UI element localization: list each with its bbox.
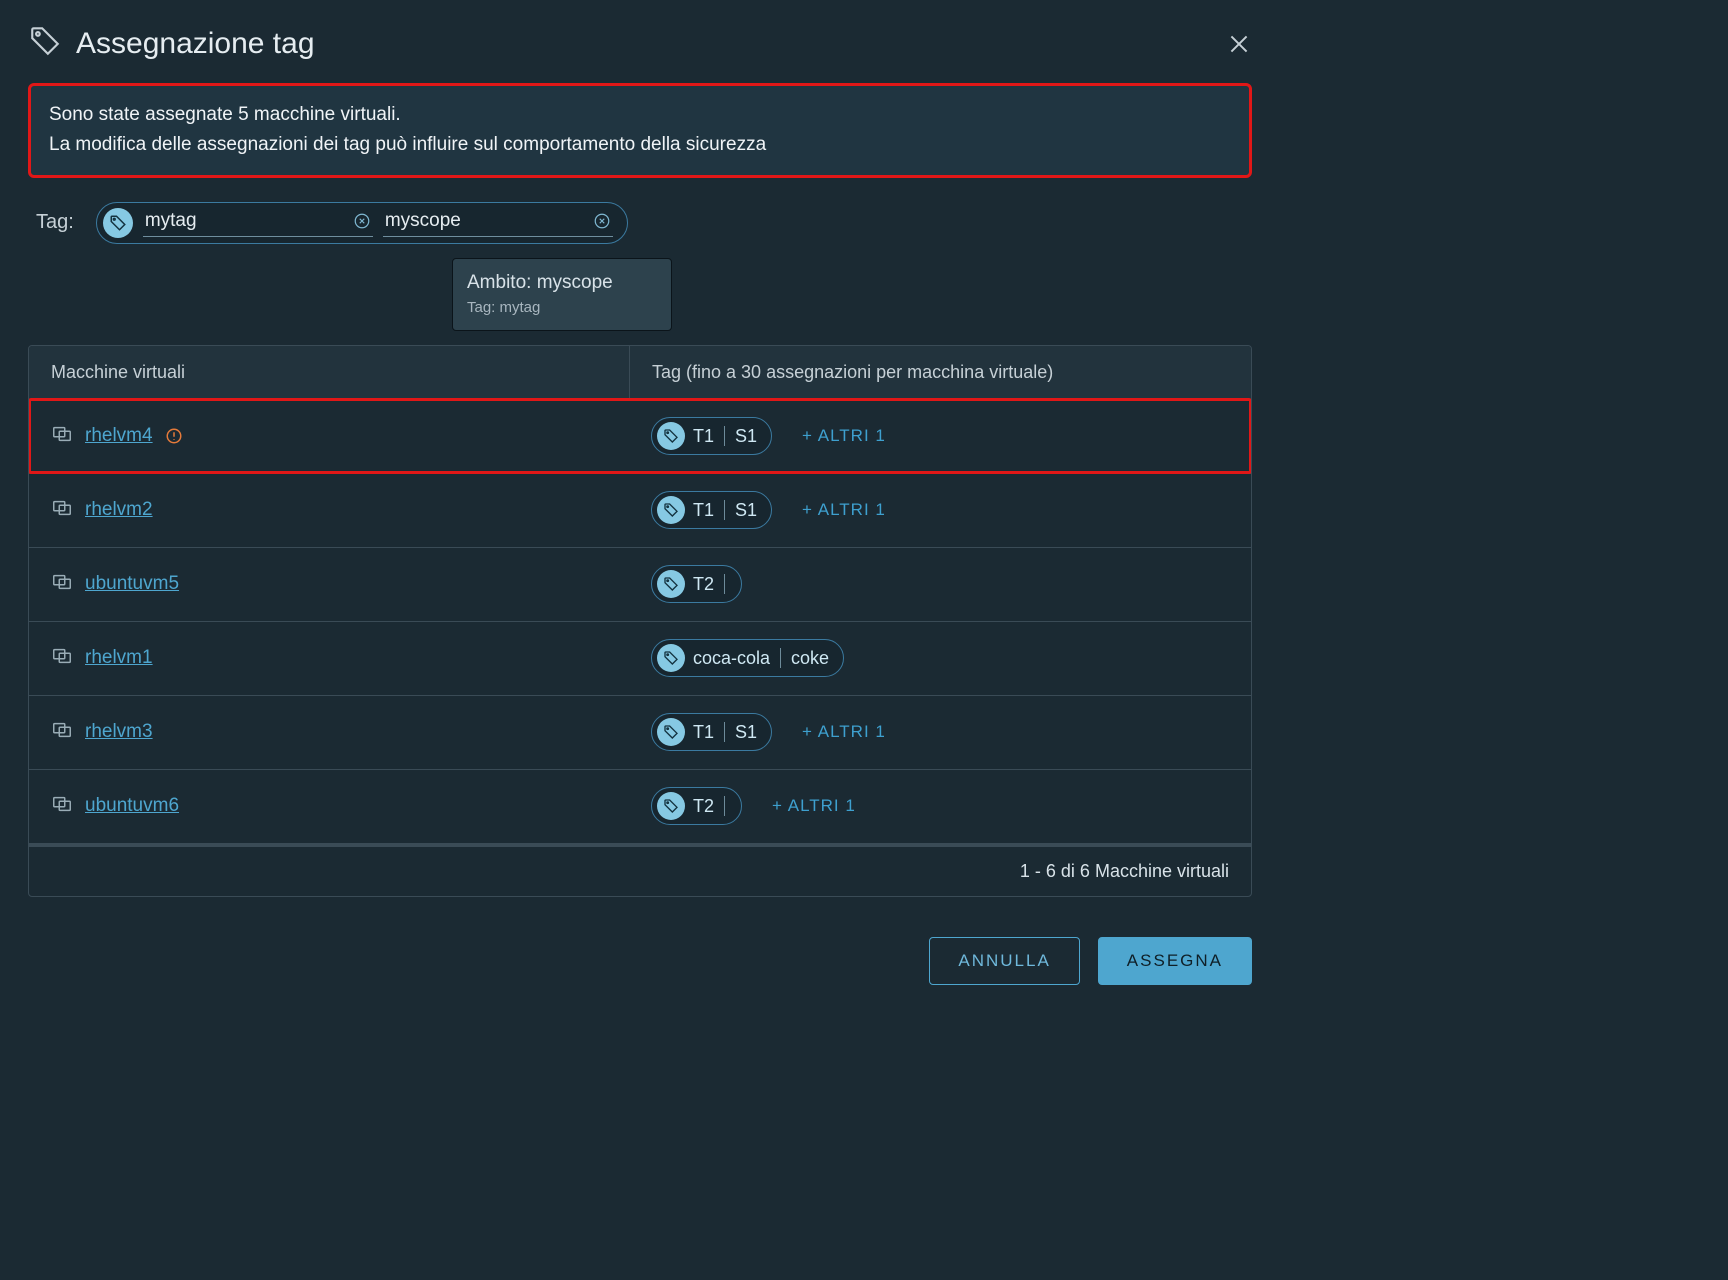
tag-chip[interactable]: coca-cola coke [651, 639, 844, 677]
chip-tag: T1 [693, 426, 714, 447]
tag-icon [28, 24, 62, 63]
more-tags-link[interactable]: + ALTRI 1 [802, 722, 886, 742]
tag-name-input[interactable] [145, 210, 345, 232]
tag-scope-input-wrap [383, 208, 613, 237]
tag-chip-icon [657, 422, 685, 450]
cell-tags: T1 S1 + ALTRI 1 [629, 401, 1251, 471]
tag-chip[interactable]: T2 [651, 565, 742, 603]
cell-tags: T1 S1 + ALTRI 1 [629, 697, 1251, 767]
vm-link[interactable]: ubuntuvm5 [85, 573, 179, 595]
tag-tooltip: Ambito: myscope Tag: mytag [452, 258, 672, 331]
chip-tag: T2 [693, 796, 714, 817]
tag-chip-icon [657, 718, 685, 746]
tag-field-label: Tag: [36, 211, 74, 234]
vm-icon [51, 423, 73, 450]
chip-tag: T1 [693, 500, 714, 521]
title-wrap: Assegnazione tag [28, 24, 315, 63]
cell-vm: rhelvm3 [29, 703, 629, 762]
tag-name-input-wrap [143, 208, 373, 237]
vm-icon [51, 793, 73, 820]
cell-vm: rhelvm4 [29, 407, 629, 466]
dialog-actions: ANNULLA ASSEGNA [28, 937, 1252, 985]
tag-chip-icon [657, 570, 685, 598]
tag-assignment-dialog: Assegnazione tag Sono state assegnate 5 … [0, 0, 1280, 1013]
close-icon[interactable] [1226, 31, 1252, 57]
cancel-button[interactable]: ANNULLA [929, 937, 1079, 985]
tag-chip[interactable]: T1 S1 [651, 713, 772, 751]
vm-icon [51, 571, 73, 598]
chip-tag: T1 [693, 722, 714, 743]
cell-tags: T2 + ALTRI 1 [629, 771, 1251, 841]
vm-link[interactable]: rhelvm2 [85, 499, 153, 521]
chip-scope: S1 [735, 426, 757, 447]
table-body: rhelvm4 T1 S1 + ALTRI 1 rhelvm2 T1 S1 + ALTRI 1… [29, 399, 1251, 843]
dialog-header: Assegnazione tag [28, 24, 1252, 63]
cell-vm: rhelvm1 [29, 629, 629, 688]
cell-tags: coca-cola coke [629, 623, 1251, 693]
vm-tag-table: Macchine virtuali Tag (fino a 30 assegna… [28, 345, 1252, 897]
tag-pill [96, 202, 628, 244]
tooltip-tag: Tag: mytag [467, 297, 657, 320]
table-row: ubuntuvm6 T2 + ALTRI 1 [29, 769, 1251, 843]
chip-tag: T2 [693, 574, 714, 595]
table-header: Macchine virtuali Tag (fino a 30 assegna… [29, 346, 1251, 399]
cell-vm: rhelvm2 [29, 481, 629, 540]
more-tags-link[interactable]: + ALTRI 1 [772, 796, 856, 816]
col-header-vm: Macchine virtuali [29, 346, 629, 399]
clear-scope-icon[interactable] [593, 212, 611, 230]
table-footer: 1 - 6 di 6 Macchine virtuali [29, 846, 1251, 896]
tag-chip[interactable]: T1 S1 [651, 491, 772, 529]
cell-vm: ubuntuvm5 [29, 555, 629, 614]
chip-scope: S1 [735, 500, 757, 521]
tag-chip-icon [657, 644, 685, 672]
col-header-tags: Tag (fino a 30 assegnazioni per macchina… [629, 346, 1251, 399]
tag-scope-input[interactable] [385, 210, 585, 232]
tag-chip[interactable]: T1 S1 [651, 417, 772, 455]
vm-link[interactable]: rhelvm1 [85, 647, 153, 669]
more-tags-link[interactable]: + ALTRI 1 [802, 426, 886, 446]
cell-tags: T2 [629, 549, 1251, 619]
warning-banner: Sono state assegnate 5 macchine virtuali… [28, 83, 1252, 178]
tag-input-row: Tag: [28, 202, 1252, 244]
warning-line-1: Sono state assegnate 5 macchine virtuali… [49, 100, 1231, 130]
tag-chip-icon [657, 792, 685, 820]
clear-tag-icon[interactable] [353, 212, 371, 230]
table-row: rhelvm2 T1 S1 + ALTRI 1 [29, 473, 1251, 547]
vm-icon [51, 497, 73, 524]
warning-line-2: La modifica delle assegnazioni dei tag p… [49, 130, 1231, 160]
table-row: rhelvm3 T1 S1 + ALTRI 1 [29, 695, 1251, 769]
chip-scope: coke [791, 648, 829, 669]
dialog-title: Assegnazione tag [76, 27, 315, 61]
chip-scope: S1 [735, 722, 757, 743]
cell-tags: T1 S1 + ALTRI 1 [629, 475, 1251, 545]
vm-icon [51, 719, 73, 746]
vm-link[interactable]: ubuntuvm6 [85, 795, 179, 817]
vm-icon [51, 645, 73, 672]
assign-button[interactable]: ASSEGNA [1098, 937, 1252, 985]
chip-tag: coca-cola [693, 648, 770, 669]
warning-icon [165, 427, 183, 445]
table-row: rhelvm1 coca-cola coke [29, 621, 1251, 695]
more-tags-link[interactable]: + ALTRI 1 [802, 500, 886, 520]
tag-chip[interactable]: T2 [651, 787, 742, 825]
tag-pill-icon [103, 208, 133, 238]
cell-vm: ubuntuvm6 [29, 777, 629, 836]
table-row: rhelvm4 T1 S1 + ALTRI 1 [29, 399, 1251, 473]
tag-chip-icon [657, 496, 685, 524]
vm-link[interactable]: rhelvm3 [85, 721, 153, 743]
tooltip-scope: Ambito: myscope [467, 269, 657, 298]
vm-link[interactable]: rhelvm4 [85, 425, 153, 447]
table-row: ubuntuvm5 T2 [29, 547, 1251, 621]
